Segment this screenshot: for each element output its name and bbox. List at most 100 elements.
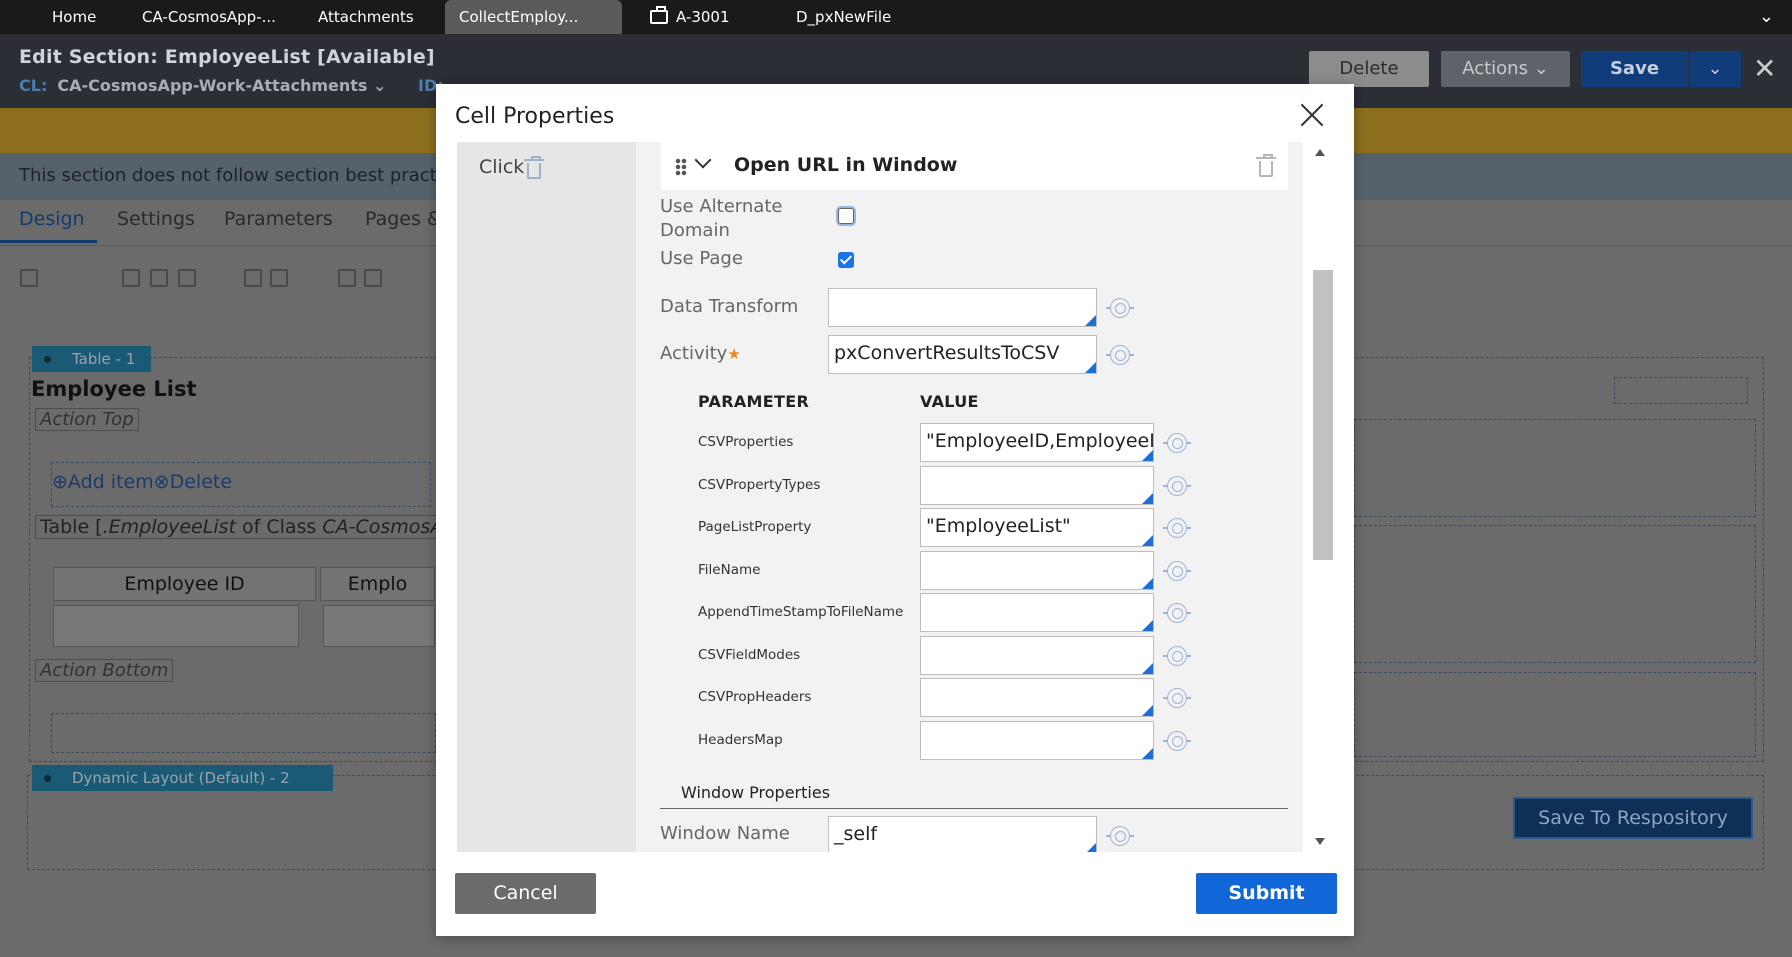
cl-value[interactable]: CA-CosmosApp-Work-Attachments	[57, 76, 367, 95]
activity-input[interactable]: pxConvertResultsToCSV	[828, 335, 1097, 374]
param-value-input[interactable]	[920, 678, 1154, 717]
add-icon: ⊕	[52, 471, 68, 493]
layout-icon[interactable]	[20, 269, 38, 287]
close-icon[interactable]: ✕	[1753, 51, 1776, 87]
scroll-thumb[interactable]	[1313, 270, 1333, 560]
add-item-label: Add item	[67, 471, 154, 493]
delete-icon[interactable]	[178, 269, 196, 287]
save-dropdown-button[interactable]: ⌄	[1689, 51, 1741, 87]
save-button[interactable]: Save	[1581, 51, 1688, 87]
emplo-cell[interactable]	[323, 605, 435, 647]
right-bottom-region	[1354, 672, 1756, 757]
tab-settings[interactable]: Settings	[117, 208, 195, 230]
right-small-region	[1614, 377, 1748, 404]
tab-collectemploy[interactable]: CollectEmploy...	[445, 0, 622, 34]
tab-pages[interactable]: Pages &	[365, 208, 442, 230]
drag-handle-icon[interactable]	[675, 158, 687, 176]
target-icon[interactable]	[1106, 826, 1134, 846]
tab-parameters[interactable]: Parameters	[224, 208, 333, 230]
event-list: Click	[457, 142, 636, 852]
save-to-repository-button[interactable]: Save To Respository	[1513, 797, 1753, 839]
modal-scrollbar[interactable]	[1304, 142, 1334, 852]
table-desc-mid: of Class	[235, 516, 323, 538]
table-tag[interactable]: Table - 1	[32, 346, 152, 372]
target-icon[interactable]	[1106, 298, 1134, 318]
param-value-input[interactable]	[920, 551, 1154, 590]
data-transform-label: Data Transform	[660, 296, 799, 317]
target-icon[interactable]	[1163, 731, 1191, 751]
param-value-input[interactable]	[920, 636, 1154, 675]
trash-icon[interactable]	[1256, 154, 1276, 177]
window-name-input[interactable]: _self	[828, 816, 1097, 852]
tab-attachments[interactable]: Attachments	[304, 0, 428, 34]
column-header-emplo[interactable]: Emplo	[320, 567, 435, 601]
target-icon[interactable]	[1163, 518, 1191, 538]
target-icon[interactable]	[1106, 345, 1134, 365]
insert-column-icon[interactable]	[270, 269, 288, 287]
briefcase-icon	[650, 6, 668, 24]
employee-id-cell[interactable]	[53, 605, 299, 647]
use-alternate-domain-checkbox[interactable]	[838, 208, 854, 224]
action-header: Open URL in Window	[661, 142, 1288, 190]
add-item-link[interactable]: ⊕Add item⊗Delete	[52, 471, 232, 493]
right-table-region	[1354, 525, 1756, 663]
chevron-down-icon[interactable]: ⌄	[367, 76, 386, 95]
target-icon[interactable]	[1163, 646, 1191, 666]
window-properties-heading: Window Properties	[681, 783, 831, 802]
merge-left-icon[interactable]	[338, 269, 356, 287]
insert-row-icon[interactable]	[244, 269, 262, 287]
target-icon[interactable]	[1163, 476, 1191, 496]
cl-key: CL:	[19, 76, 48, 95]
right-action-region	[1354, 419, 1756, 517]
tab-d-pxnewfile[interactable]: D_pxNewFile	[782, 0, 905, 34]
column-header-employee-id[interactable]: Employee ID	[53, 567, 316, 601]
cell-properties-modal: Cell Properties Click Open URL in Window…	[436, 84, 1354, 936]
activity-label: Activity★	[660, 342, 741, 366]
copy-icon[interactable]	[122, 269, 140, 287]
target-icon[interactable]	[1163, 603, 1191, 623]
delete-button[interactable]: Delete	[1309, 51, 1429, 87]
table-description: Table [.EmployeeList of Class CA-CosmosA…	[35, 515, 480, 539]
target-icon[interactable]	[1163, 688, 1191, 708]
value-column-header: VALUE	[920, 392, 979, 411]
submit-button[interactable]: Submit	[1196, 873, 1337, 914]
param-value-input[interactable]	[920, 721, 1154, 760]
param-value-input[interactable]: "EmployeeID,EmployeeNa	[920, 423, 1154, 462]
event-click-label[interactable]: Click	[479, 156, 524, 178]
actions-button[interactable]: Actions ⌄	[1441, 51, 1570, 87]
close-icon[interactable]	[1294, 97, 1330, 133]
param-value-input[interactable]: "EmployeeList"	[920, 508, 1154, 547]
data-transform-input[interactable]	[828, 288, 1097, 327]
target-icon[interactable]	[1163, 433, 1191, 453]
required-star-icon: ★	[727, 345, 741, 363]
chevron-down-icon[interactable]: ⌄	[1759, 6, 1774, 27]
chevron-down-icon[interactable]	[694, 151, 712, 169]
use-page-label: Use Page	[660, 248, 743, 269]
cut-icon[interactable]	[92, 269, 110, 287]
parameter-column-header: PARAMETER	[698, 392, 810, 411]
trash-icon[interactable]	[524, 156, 544, 179]
page-title: Edit Section: EmployeeList [Available]	[19, 46, 435, 68]
active-tab-underline	[0, 240, 97, 243]
actions-label: Actions	[1462, 58, 1528, 79]
window-name-label: Window Name	[660, 823, 790, 844]
tab-ca-cosmosapp[interactable]: CA-CosmosApp-...	[128, 0, 290, 34]
target-icon[interactable]	[1163, 561, 1191, 581]
cancel-button[interactable]: Cancel	[455, 873, 596, 914]
tab-a-3001[interactable]: A-3001	[636, 0, 744, 34]
param-name: CSVFieldModes	[698, 647, 801, 663]
chevron-down-icon: ⌄	[1707, 58, 1723, 79]
use-page-checkbox[interactable]	[838, 252, 854, 268]
tab-home[interactable]: Home	[38, 0, 110, 34]
tab-design[interactable]: Design	[19, 208, 85, 230]
modal-body: Click Open URL in Window Use Alternate D…	[457, 142, 1303, 852]
paste-icon[interactable]	[150, 269, 168, 287]
scroll-down-arrow-icon[interactable]	[1315, 838, 1325, 845]
modal-title: Cell Properties	[455, 104, 615, 129]
merge-right-icon[interactable]	[364, 269, 382, 287]
scroll-up-arrow-icon[interactable]	[1315, 149, 1325, 156]
param-value-input[interactable]	[920, 466, 1154, 505]
dynamic-layout-tag[interactable]: Dynamic Layout (Default) - 2	[32, 765, 333, 791]
class-line: CL: CA-CosmosApp-Work-Attachments ⌄ ID:	[19, 76, 454, 95]
param-value-input[interactable]	[920, 593, 1154, 632]
